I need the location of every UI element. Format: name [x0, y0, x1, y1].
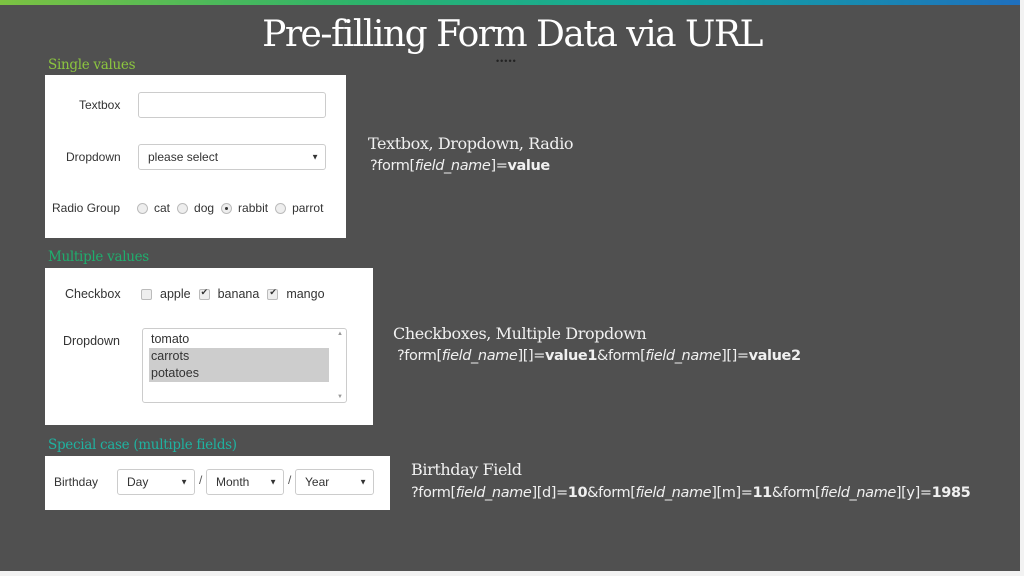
day-select[interactable]: Day ▼ — [117, 469, 195, 495]
checkbox-label: Checkbox — [65, 287, 121, 301]
radio-dog[interactable] — [177, 202, 189, 214]
caret-down-icon: ▼ — [269, 477, 277, 487]
multiple-values-panel: Checkbox apple banana mango Dropdown tom… — [45, 268, 373, 425]
checkbox-option-label: apple — [160, 287, 191, 301]
radio-option-label: dog — [194, 201, 215, 215]
month-select[interactable]: Month ▼ — [206, 469, 284, 495]
section-label-special: Special case (multiple fields) — [48, 437, 237, 453]
radio-parrot[interactable] — [275, 202, 287, 214]
list-option-carrots[interactable]: carrots — [149, 348, 329, 365]
special-desc-title: Birthday Field — [411, 460, 522, 479]
section-label-single: Single values — [48, 57, 136, 73]
list-option-potatoes[interactable]: potatoes — [149, 365, 329, 382]
checkbox-group: apple banana mango — [141, 287, 333, 301]
multiple-desc-code: ?form[field_name][]=value1&form[field_na… — [397, 348, 801, 364]
special-case-panel: Birthday Day ▼ / Month ▼ / Year ▼ — [45, 456, 390, 510]
dropdown-select[interactable]: please select ▼ — [138, 144, 326, 170]
year-value: Year — [305, 475, 330, 489]
special-desc-code: ?form[field_name][d]=10&form[field_name]… — [411, 485, 971, 501]
radio-rabbit[interactable] — [221, 202, 233, 214]
month-value: Month — [216, 475, 250, 489]
dropdown-label: Dropdown — [66, 150, 121, 164]
slide: Pre-filling Form Data via URL ••••• Sing… — [0, 0, 1020, 571]
slide-title: Pre-filling Form Data via URL — [262, 14, 763, 55]
scroll-down-icon[interactable]: ▼ — [337, 394, 343, 400]
checkbox-option-label: banana — [217, 287, 260, 301]
day-value: Day — [127, 475, 149, 489]
caret-down-icon: ▼ — [311, 152, 319, 162]
list-option-tomato[interactable]: tomato — [149, 331, 329, 348]
multi-dropdown-label: Dropdown — [63, 334, 120, 348]
single-desc-title: Textbox, Dropdown, Radio — [368, 134, 574, 153]
birthday-label: Birthday — [54, 475, 99, 489]
year-select[interactable]: Year ▼ — [295, 469, 374, 495]
radio-group-label: Radio Group — [52, 201, 121, 215]
date-separator: / — [199, 473, 203, 487]
scroll-up-icon[interactable]: ▲ — [337, 331, 343, 337]
checkbox-mango[interactable] — [267, 287, 279, 300]
radio-group: cat dog rabbit parrot — [137, 201, 330, 215]
radio-cat[interactable] — [137, 202, 148, 214]
radio-option-label: parrot — [292, 201, 324, 215]
date-separator: / — [288, 473, 292, 487]
textbox-label: Textbox — [79, 98, 121, 112]
gradient-top-bar — [0, 0, 1020, 5]
single-desc-code: ?form[field_name]=value — [370, 158, 550, 174]
caret-down-icon: ▼ — [180, 477, 188, 487]
radio-option-label: rabbit — [238, 201, 269, 215]
checkbox-option-label: mango — [286, 287, 325, 301]
multiple-desc-title: Checkboxes, Multiple Dropdown — [393, 324, 647, 343]
checkbox-apple[interactable] — [141, 288, 152, 300]
single-values-panel: Textbox Dropdown please select ▼ Radio G… — [45, 75, 346, 238]
title-dots: ••••• — [496, 56, 517, 66]
textbox-input[interactable] — [138, 92, 326, 118]
multi-select-list[interactable]: tomato carrots potatoes ▲ ▼ — [142, 328, 347, 403]
dropdown-value: please select — [148, 150, 219, 164]
section-label-multiple: Multiple values — [48, 249, 149, 265]
radio-option-label: cat — [154, 201, 171, 215]
caret-down-icon: ▼ — [359, 477, 367, 487]
checkbox-banana[interactable] — [198, 287, 210, 300]
